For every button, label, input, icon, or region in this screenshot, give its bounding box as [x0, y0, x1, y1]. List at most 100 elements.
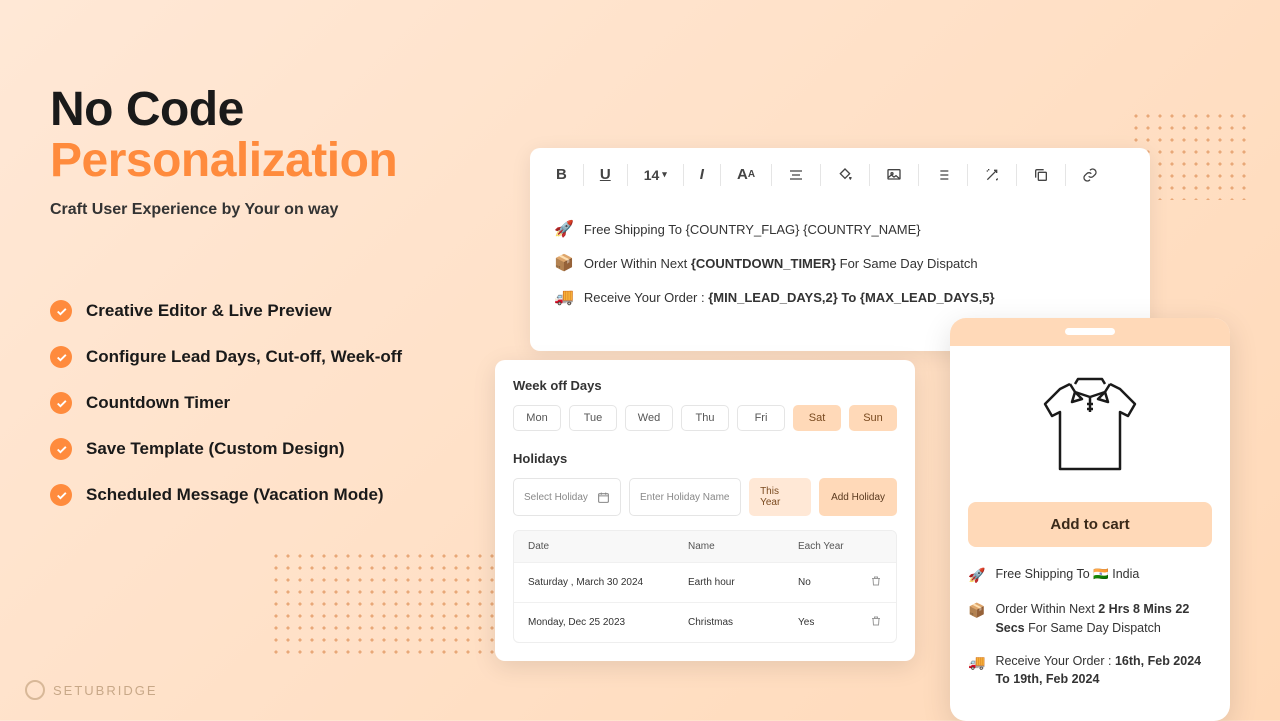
toolbar-separator — [627, 164, 628, 186]
editor-line: 🚚 Receive Your Order : {MIN_LEAD_DAYS,2}… — [554, 287, 1126, 307]
toolbar-separator — [1016, 164, 1017, 186]
holidays-title: Holidays — [513, 451, 897, 466]
weekoff-title: Week off Days — [513, 378, 897, 393]
check-icon — [50, 392, 72, 414]
editor-text: Order Within Next {COUNTDOWN_TIMER} For … — [584, 256, 978, 271]
rocket-icon: 🚀 — [968, 565, 985, 586]
rocket-icon: 🚀 — [554, 219, 574, 239]
copy-button[interactable] — [1023, 161, 1059, 189]
feature-label: Creative Editor & Live Preview — [86, 301, 332, 321]
this-year-toggle[interactable]: This Year — [749, 478, 811, 516]
table-header: Date Name Each Year — [514, 531, 896, 562]
editor-line: 🚀 Free Shipping To {COUNTRY_FLAG} {COUNT… — [554, 219, 1126, 239]
day-fri[interactable]: Fri — [737, 405, 785, 431]
add-holiday-button[interactable]: Add Holiday — [819, 478, 897, 516]
feature-label: Countdown Timer — [86, 393, 230, 413]
editor-text: Free Shipping To {COUNTRY_FLAG} {COUNTRY… — [584, 222, 921, 237]
select-holiday-placeholder: Select Holiday — [524, 492, 588, 503]
list-button[interactable] — [925, 161, 961, 189]
decorative-dots-bottom-left — [270, 550, 500, 660]
feature-item: Creative Editor & Live Preview — [50, 300, 402, 322]
toolbar-separator — [869, 164, 870, 186]
fill-color-button[interactable] — [827, 161, 863, 189]
feature-item: Configure Lead Days, Cut-off, Week-off — [50, 346, 402, 368]
feature-list: Creative Editor & Live Preview Configure… — [50, 300, 402, 530]
phone-notch — [950, 318, 1230, 346]
day-sun[interactable]: Sun — [849, 405, 897, 431]
add-to-cart-button[interactable]: Add to cart — [968, 502, 1212, 547]
check-icon — [50, 438, 72, 460]
config-panel: Week off Days Mon Tue Wed Thu Fri Sat Su… — [495, 360, 915, 661]
toolbar-separator — [820, 164, 821, 186]
feature-label: Configure Lead Days, Cut-off, Week-off — [86, 347, 402, 367]
package-icon: 📦 — [554, 253, 574, 273]
cell-date: Saturday , March 30 2024 — [528, 577, 688, 588]
brand-footer: SETUBRIDGE — [25, 680, 158, 700]
table-row: Monday, Dec 25 2023 Christmas Yes — [514, 602, 896, 642]
day-wed[interactable]: Wed — [625, 405, 673, 431]
editor-toolbar: B U 14 I AA — [530, 148, 1150, 201]
cell-each: No — [798, 577, 870, 588]
check-icon — [50, 484, 72, 506]
hero-title-line2: Personalization — [50, 136, 397, 187]
brand-name: SETUBRIDGE — [53, 683, 158, 698]
calendar-icon — [597, 491, 610, 504]
align-button[interactable] — [778, 161, 814, 189]
delete-icon[interactable] — [870, 615, 882, 630]
package-icon: 📦 — [968, 600, 985, 621]
font-size-dropdown[interactable]: 14 — [634, 161, 677, 189]
hero-title: No Code Personalization — [50, 85, 397, 187]
image-button[interactable] — [876, 161, 912, 189]
check-icon — [50, 346, 72, 368]
toolbar-separator — [918, 164, 919, 186]
italic-button[interactable]: I — [690, 160, 714, 189]
product-image — [968, 364, 1212, 484]
weekoff-days: Mon Tue Wed Thu Fri Sat Sun — [513, 405, 897, 431]
preview-text: Order Within Next 2 Hrs 8 Mins 22 Secs F… — [995, 600, 1212, 638]
day-tue[interactable]: Tue — [569, 405, 617, 431]
col-date: Date — [528, 541, 688, 552]
delete-icon[interactable] — [870, 575, 882, 590]
check-icon — [50, 300, 72, 322]
font-button[interactable]: AA — [727, 160, 765, 189]
truck-icon: 🚚 — [968, 652, 985, 673]
preview-text: Free Shipping To 🇮🇳 India — [995, 565, 1139, 584]
preview-receive: 🚚 Receive Your Order : 16th, Feb 2024 To… — [968, 652, 1212, 690]
feature-label: Save Template (Custom Design) — [86, 439, 345, 459]
select-holiday-input[interactable]: Select Holiday — [513, 478, 621, 516]
editor-line: 📦 Order Within Next {COUNTDOWN_TIMER} Fo… — [554, 253, 1126, 273]
preview-shipping: 🚀 Free Shipping To 🇮🇳 India — [968, 565, 1212, 586]
toolbar-separator — [583, 164, 584, 186]
toolbar-separator — [683, 164, 684, 186]
preview-countdown: 📦 Order Within Next 2 Hrs 8 Mins 22 Secs… — [968, 600, 1212, 638]
brand-icon — [25, 680, 45, 700]
bold-button[interactable]: B — [546, 160, 577, 189]
flag-icon: 🇮🇳 — [1093, 567, 1109, 581]
cell-each: Yes — [798, 617, 870, 628]
holiday-name-input[interactable]: Enter Holiday Name — [629, 478, 741, 516]
feature-item: Countdown Timer — [50, 392, 402, 414]
magic-button[interactable] — [974, 161, 1010, 189]
cell-name: Earth hour — [688, 577, 798, 588]
cell-date: Monday, Dec 25 2023 — [528, 617, 688, 628]
feature-item: Save Template (Custom Design) — [50, 438, 402, 460]
col-name: Name — [688, 541, 798, 552]
toolbar-separator — [720, 164, 721, 186]
hero-title-line1: No Code — [50, 83, 244, 136]
underline-button[interactable]: U — [590, 160, 621, 189]
feature-item: Scheduled Message (Vacation Mode) — [50, 484, 402, 506]
day-thu[interactable]: Thu — [681, 405, 729, 431]
toolbar-separator — [967, 164, 968, 186]
preview-text: Receive Your Order : 16th, Feb 2024 To 1… — [995, 652, 1212, 690]
editor-text: Receive Your Order : {MIN_LEAD_DAYS,2} T… — [584, 290, 995, 305]
holiday-form: Select Holiday Enter Holiday Name This Y… — [513, 478, 897, 516]
truck-icon: 🚚 — [554, 287, 574, 307]
toolbar-separator — [771, 164, 772, 186]
link-button[interactable] — [1072, 161, 1108, 189]
day-sat[interactable]: Sat — [793, 405, 841, 431]
day-mon[interactable]: Mon — [513, 405, 561, 431]
hero-subtitle: Craft User Experience by Your on way — [50, 201, 397, 219]
hero-section: No Code Personalization Craft User Exper… — [50, 85, 397, 219]
toolbar-separator — [1065, 164, 1066, 186]
cell-name: Christmas — [688, 617, 798, 628]
